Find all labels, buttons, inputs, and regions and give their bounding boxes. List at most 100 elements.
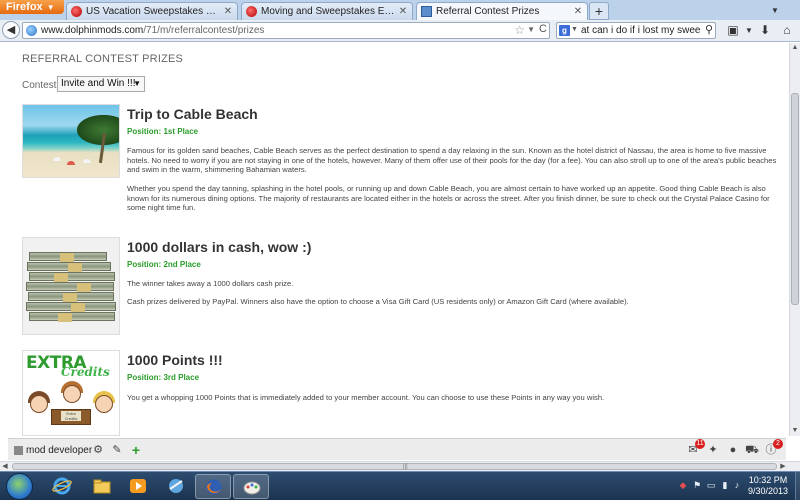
chevron-down-icon: ▼ [46, 3, 55, 12]
url-text[interactable]: www.dolphinmods.com/71/m/referralcontest… [41, 25, 264, 36]
prize-item: 1000 dollars in cash, wow :) Position: 2… [22, 237, 782, 337]
taskbar-media-player[interactable] [120, 474, 156, 499]
clock-time: 10:32 PM [748, 475, 788, 485]
site-favicon-icon [71, 6, 82, 17]
back-button[interactable]: ◀ [2, 21, 20, 39]
mail-icon[interactable]: ✉ 11 [685, 439, 705, 458]
tray-display-icon[interactable]: ▭ [706, 479, 716, 491]
horizontal-scrollbar[interactable]: ◀ ||| ▶ [0, 461, 800, 471]
close-icon[interactable]: ✕ [223, 6, 233, 17]
star-icon[interactable]: ☆ [514, 23, 525, 37]
tray-volume-icon[interactable]: ♪ [732, 479, 742, 491]
chevron-down-icon[interactable]: ▼ [571, 26, 578, 33]
cart-icon[interactable]: ⛟ [744, 442, 760, 458]
tray-flag-icon[interactable]: ⚑ [692, 479, 702, 491]
clock-date: 9/30/2013 [747, 486, 789, 496]
close-icon[interactable]: ✕ [573, 6, 583, 17]
cartoon-kid-shape [30, 395, 48, 413]
user-square-icon [14, 446, 23, 455]
money-stack-shape [29, 312, 115, 322]
scroll-down-icon[interactable]: ▼ [790, 426, 800, 436]
edit-icon[interactable]: ✎ [109, 442, 125, 458]
download-icon[interactable]: ⬇ [756, 22, 774, 39]
taskbar-paint[interactable] [233, 474, 269, 499]
show-desktop-button[interactable] [795, 472, 800, 500]
tray-shield-icon[interactable]: ◆ [678, 479, 688, 491]
tab-moving-sweepstakes[interactable]: Moving and Sweepstakes Entries - W... ✕ [241, 2, 413, 20]
url-path: /71/m/referralcontest/prizes [143, 25, 265, 36]
tab-referral-contest-prizes[interactable]: Referral Contest Prizes ✕ [416, 2, 588, 20]
prize-item: Trip to Cable Beach Position: 1st Place … [22, 104, 782, 229]
mail-badge: 11 [695, 439, 705, 449]
vertical-scroll-thumb[interactable] [791, 93, 799, 305]
folder-icon [93, 479, 111, 494]
money-stack-shape [27, 262, 111, 272]
search-bar[interactable]: g ▼ at can i do if i lost my sweeptake ⚲ [556, 22, 716, 39]
prize-description: The winner takes away a 1000 dollars cas… [127, 279, 294, 288]
new-tab-button[interactable]: + [589, 2, 609, 20]
horizontal-scroll-thumb[interactable]: ||| [12, 463, 777, 470]
umbrella-shape [67, 161, 75, 165]
prize-title: 1000 dollars in cash, wow :) [127, 239, 312, 255]
search-input[interactable]: at can i do if i lost my sweeptake [581, 25, 701, 36]
prize-description: You get a whopping 1000 Points that is i… [127, 393, 605, 402]
close-icon[interactable]: ✕ [398, 6, 408, 17]
extra-credits-logo-sub: Credits [61, 365, 110, 379]
internet-explorer-icon [52, 477, 72, 495]
prize-position: Position: 3rd Place [127, 373, 200, 382]
plus-icon[interactable]: + [128, 442, 144, 458]
contests-label: Contests [22, 80, 62, 91]
site-favicon-icon [246, 6, 257, 17]
umbrella-shape [53, 157, 61, 161]
gear-icon[interactable]: ⚙ [90, 442, 106, 458]
prize-image-money [22, 237, 120, 335]
navigation-bar: ◀ www.dolphinmods.com/71/m/referralconte… [0, 20, 800, 42]
prize-image-extra-credits: EXTRA Credits Extra Credits [22, 350, 120, 436]
palm-tree-shape [77, 115, 119, 145]
url-bar[interactable]: www.dolphinmods.com/71/m/referralcontest… [22, 22, 550, 39]
user-icon[interactable]: ● [725, 442, 741, 458]
taskbar-firefox[interactable] [195, 474, 231, 499]
taskbar-app-globe[interactable] [158, 474, 194, 499]
prize-description: Famous for its golden sand beaches, Cabl… [127, 146, 777, 174]
windows-taskbar: ◆ ⚑ ▭ ▮ ♪ 10:32 PM 9/30/2013 [0, 471, 800, 500]
google-icon[interactable]: g [559, 25, 570, 36]
scroll-up-icon[interactable]: ▲ [790, 43, 800, 53]
page-favicon-icon [421, 6, 432, 17]
firefox-icon [206, 479, 222, 495]
search-icon[interactable]: ⚲ [705, 23, 713, 36]
contests-select[interactable]: Invite and Win !!! ▼ [57, 76, 145, 92]
prize-image-beach [22, 104, 120, 178]
taskbar-clock[interactable]: 10:32 PM 9/30/2013 [742, 475, 794, 497]
prize-title: Trip to Cable Beach [127, 106, 258, 122]
taskbar-explorer[interactable] [84, 474, 120, 499]
chevron-down-icon: ▼ [133, 79, 141, 88]
taskbar-ie[interactable] [44, 474, 80, 499]
browser-tab-bar: Firefox▼ US Vacation Sweepstakes List - … [0, 0, 800, 20]
start-button[interactable] [6, 473, 33, 500]
twitter-icon[interactable]: ✦ [705, 442, 721, 458]
info-icon[interactable]: ⓘ 2 [763, 439, 783, 458]
reload-icon[interactable]: C [539, 23, 547, 35]
grip-icon: ||| [403, 464, 408, 470]
user-label[interactable]: mod developer [26, 445, 92, 456]
paint-icon [243, 481, 261, 495]
prize-position: Position: 1st Place [127, 127, 199, 136]
firefox-menu-button[interactable]: Firefox ▼ [0, 0, 64, 14]
tray-network-icon[interactable]: ▮ [720, 479, 730, 491]
site-toolbar: mod developer ⚙ ✎ + ✉ 11 ✦ ● ⛟ ⓘ 2 [8, 438, 786, 460]
info-badge: 2 [773, 439, 783, 449]
home-icon[interactable]: ⌂ [778, 22, 796, 39]
prize-description: Cash prizes delivered by PayPal. Winners… [127, 297, 629, 306]
contests-selected-value: Invite and Win !!! [61, 78, 136, 89]
money-stack-shape [29, 252, 107, 262]
tab-list-icon[interactable]: ▼ [768, 4, 782, 18]
prize-item: EXTRA Credits Extra Credits 1000 Points … [22, 350, 782, 436]
tab-label: Referral Contest Prizes [436, 6, 540, 17]
prize-description: Whether you spend the day tanning, splas… [127, 184, 770, 212]
tab-label: Moving and Sweepstakes Entries - W... [261, 6, 395, 17]
vertical-scrollbar[interactable]: ▲ ▼ [789, 43, 800, 436]
cartoon-kid-shape [63, 385, 81, 403]
tab-us-vacation[interactable]: US Vacation Sweepstakes List - Swee... ✕ [66, 2, 238, 20]
chevron-down-icon[interactable]: ▼ [527, 25, 535, 34]
